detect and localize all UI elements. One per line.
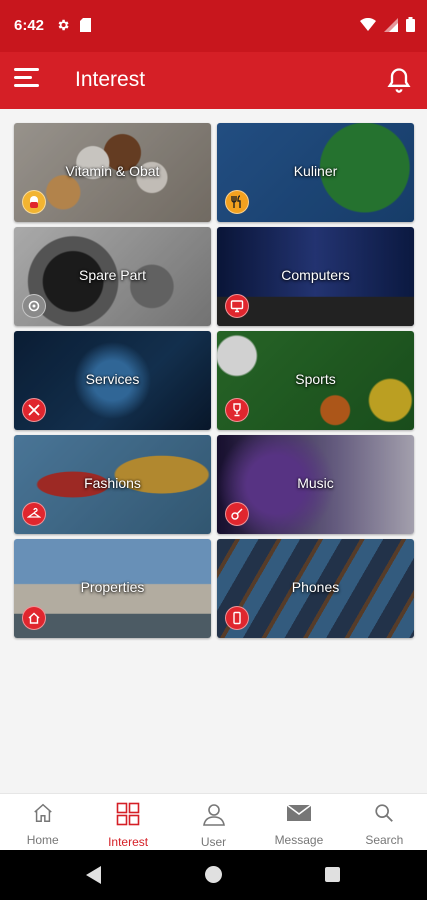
category-card-fashions[interactable]: Fashions	[14, 435, 211, 534]
gear-part-icon	[22, 294, 46, 318]
menu-icon[interactable]	[14, 68, 42, 92]
user-icon	[202, 802, 226, 831]
status-bar: 6:42	[0, 0, 427, 52]
category-label: Fashions	[84, 475, 141, 491]
category-label: Computers	[281, 267, 350, 283]
home-circle-icon[interactable]	[205, 866, 222, 883]
category-label: Music	[297, 475, 334, 491]
nav-interest-label: Interest	[108, 835, 149, 849]
app-bar: Interest	[0, 52, 427, 109]
back-triangle-icon[interactable]	[86, 866, 102, 889]
house-icon	[22, 606, 46, 630]
category-card-phones[interactable]: Phones	[217, 539, 414, 638]
category-card-services[interactable]: Services	[14, 331, 211, 430]
search-icon	[373, 802, 395, 829]
category-card-kuliner[interactable]: Kuliner	[217, 123, 414, 222]
home-icon	[32, 802, 54, 829]
category-label: Spare Part	[79, 267, 146, 283]
category-card-properties[interactable]: Properties	[14, 539, 211, 638]
category-label: Phones	[291, 579, 340, 595]
monitor-icon	[225, 294, 249, 318]
page-title: Interest	[75, 68, 146, 91]
category-label: Vitamin & Obat	[65, 163, 160, 179]
recent-apps-icon[interactable]	[325, 867, 340, 882]
nav-search[interactable]: Search	[342, 794, 427, 850]
nav-interest[interactable]: Interest	[85, 794, 170, 850]
hanger-icon	[22, 502, 46, 526]
pill-icon	[22, 190, 46, 214]
category-label: Properties	[80, 579, 145, 595]
nav-search-label: Search	[365, 833, 404, 847]
nav-message-label: Message	[274, 833, 324, 847]
nav-home[interactable]: Home	[0, 794, 85, 850]
tools-icon	[22, 398, 46, 422]
category-card-spare-part[interactable]: Spare Part	[14, 227, 211, 326]
food-icon	[225, 190, 249, 214]
category-card-sports[interactable]: Sports	[217, 331, 414, 430]
sim-card-icon	[80, 18, 91, 37]
category-label: Services	[85, 371, 140, 387]
status-time: 6:42	[14, 17, 45, 34]
category-card-computers[interactable]: Computers	[217, 227, 414, 326]
grid-icon	[116, 802, 140, 831]
nav-home-label: Home	[26, 833, 59, 847]
guitar-icon	[225, 502, 249, 526]
nav-message[interactable]: Message	[256, 794, 341, 850]
category-card-music[interactable]: Music	[217, 435, 414, 534]
category-card-vitamin-obat[interactable]: Vitamin & Obat	[14, 123, 211, 222]
signal-icon	[384, 17, 398, 37]
category-label: Sports	[295, 371, 336, 387]
trophy-icon	[225, 398, 249, 422]
phone-icon	[225, 606, 249, 630]
interest-grid: Vitamin & Obat Kuliner Spare Part Comput…	[14, 123, 414, 638]
bottom-navigation: Home Interest User Message Search	[0, 793, 427, 850]
settings-status-icon	[56, 18, 70, 37]
battery-icon	[406, 17, 415, 37]
nav-user-label: User	[200, 835, 227, 849]
mail-icon	[286, 802, 312, 829]
notification-bell-icon[interactable]	[385, 66, 413, 94]
nav-user[interactable]: User	[171, 794, 256, 850]
category-label: Kuliner	[293, 163, 338, 179]
system-navigation-bar	[0, 850, 427, 900]
wifi-icon	[360, 17, 376, 36]
